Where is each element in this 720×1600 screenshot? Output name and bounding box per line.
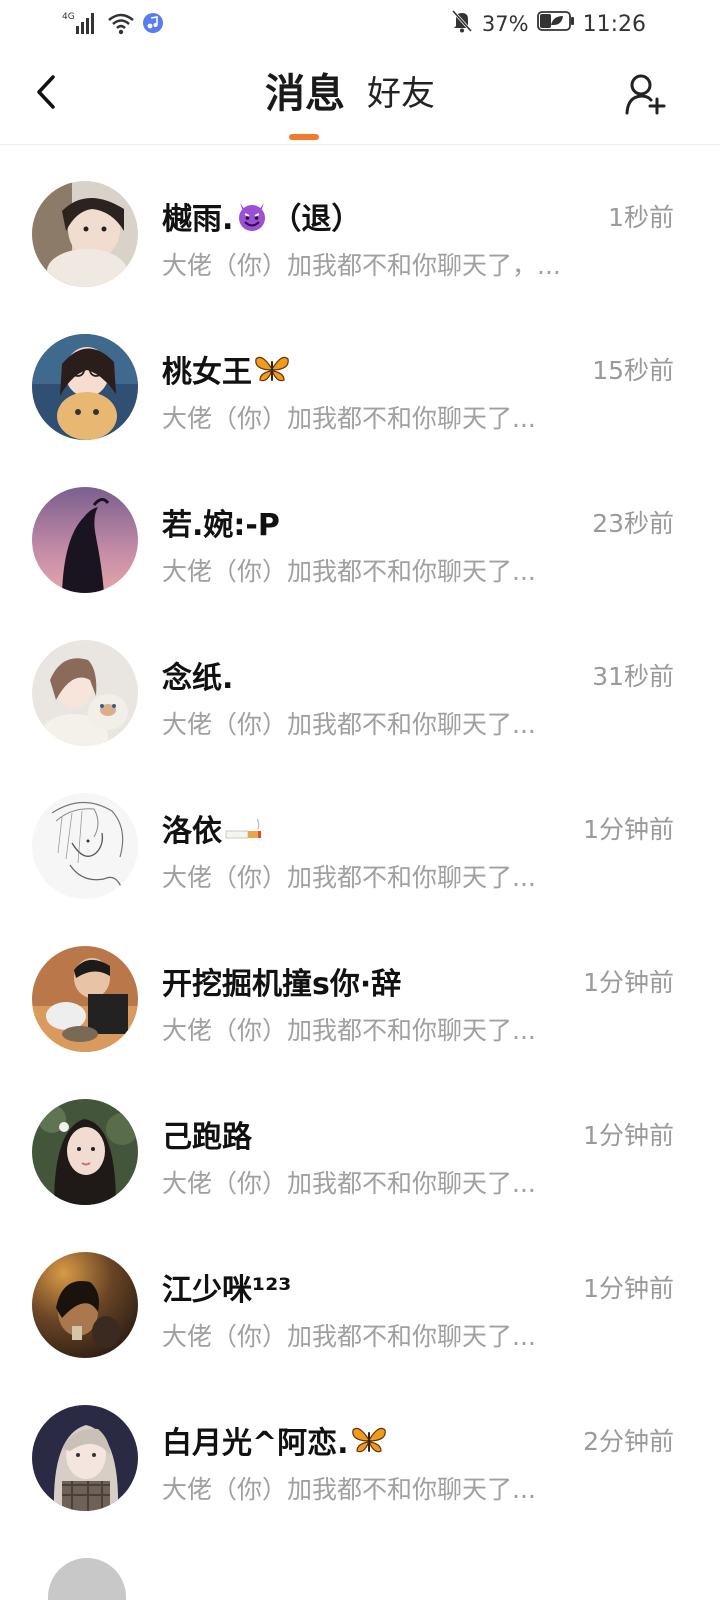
avatar[interactable] [32, 640, 138, 746]
message-time: 1分钟前 [583, 815, 674, 844]
message-time: 1分钟前 [583, 968, 674, 997]
chevron-left-icon [37, 75, 55, 109]
contact-name-text: 念纸. [162, 661, 234, 696]
message-time: 31秒前 [592, 662, 674, 691]
message-preview: 大佬（你）加我都不和你聊天了... [162, 1169, 536, 1198]
contact-name-text: 若.婉:-P [162, 508, 280, 543]
avatar[interactable] [32, 334, 138, 440]
clock: 11:26 [582, 11, 646, 37]
message-time: 1秒前 [608, 203, 674, 232]
battery-saver-icon [536, 10, 575, 38]
message-preview: 大佬（你）加我都不和你聊天了... [162, 1322, 536, 1351]
tab-bar: 消息 好友 [265, 66, 435, 140]
message-preview: 大佬（你）加我都不和你聊天了... [162, 557, 536, 586]
message-item[interactable]: 念纸. 31秒前 大佬（你）加我都不和你聊天了... [0, 615, 720, 768]
avatar[interactable] [32, 1252, 138, 1358]
add-friend-button[interactable] [620, 68, 672, 120]
avatar[interactable] [48, 1558, 126, 1600]
contact-name-text: 己跑路 [162, 1120, 252, 1155]
message-preview: 大佬（你）加我都不和你聊天了... [162, 863, 536, 892]
contact-name: 白月光^阿恋. [162, 1418, 387, 1462]
status-right: 37% 11:26 [450, 8, 646, 40]
smiling-devil-icon [235, 200, 269, 232]
contact-name-text: 桃女王 [162, 355, 252, 390]
music-app-icon [142, 12, 164, 38]
message-list: 樾雨. （退） 1秒前 大佬（你）加我都不和你聊天了，... 桃女王 15秒前 … [0, 156, 720, 1533]
tab-messages-label: 消息 [265, 71, 345, 117]
message-preview: 大佬（你）加我都不和你聊天了... [162, 710, 536, 739]
contact-name: 桃女王 [162, 347, 290, 391]
mute-notification-icon [450, 8, 474, 40]
message-item[interactable]: 江少咪¹²³ 1分钟前 大佬（你）加我都不和你聊天了... [0, 1227, 720, 1380]
message-item[interactable]: 樾雨. （退） 1秒前 大佬（你）加我都不和你聊天了，... [0, 156, 720, 309]
contact-name: 若.婉:-P [162, 500, 280, 544]
avatar[interactable] [32, 181, 138, 287]
status-bar: 4G 37% 11:26 [0, 0, 720, 48]
battery-percent: 37% [481, 12, 529, 36]
tab-friends-label: 好友 [367, 74, 435, 114]
contact-name-text: 樾雨. [162, 202, 234, 237]
message-item[interactable]: 若.婉:-P 23秒前 大佬（你）加我都不和你聊天了... [0, 462, 720, 615]
butterfly-icon [351, 1424, 387, 1456]
back-button[interactable] [28, 70, 64, 114]
contact-name-text: 江少咪¹²³ [162, 1273, 292, 1308]
contact-name-text: 白月光^阿恋. [162, 1426, 349, 1461]
message-preview: 大佬（你）加我都不和你聊天了... [162, 404, 536, 433]
contact-name-text: 开挖掘机撞s你·辞 [162, 967, 402, 1002]
active-tab-indicator [289, 134, 319, 140]
avatar[interactable] [32, 1405, 138, 1511]
message-item[interactable]: 洛依 1分钟前 大佬（你）加我都不和你聊天了... [0, 768, 720, 921]
message-time: 23秒前 [592, 509, 674, 538]
message-item[interactable]: 白月光^阿恋. 2分钟前 大佬（你）加我都不和你聊天了... [0, 1380, 720, 1533]
butterfly-icon [254, 353, 290, 385]
tab-friends[interactable]: 好友 [367, 66, 435, 122]
contact-name-suffix: （退） [271, 202, 362, 237]
contact-name: 念纸. [162, 653, 233, 697]
message-item[interactable]: 己跑路 1分钟前 大佬（你）加我都不和你聊天了... [0, 1074, 720, 1227]
avatar[interactable] [32, 1099, 138, 1205]
network-type-label: 4G [62, 12, 75, 22]
message-preview: 大佬（你）加我都不和你聊天了... [162, 1475, 536, 1504]
avatar[interactable] [32, 946, 138, 1052]
message-time: 15秒前 [592, 356, 674, 385]
message-time: 1分钟前 [583, 1274, 674, 1303]
message-time: 1分钟前 [583, 1121, 674, 1150]
message-time: 2分钟前 [583, 1427, 674, 1456]
top-navigation-bar: 消息 好友 [0, 48, 720, 145]
avatar[interactable] [32, 487, 138, 593]
contact-name-text: 洛依 [162, 814, 222, 849]
add-user-icon [625, 74, 666, 115]
status-left: 4G [62, 10, 164, 40]
message-item[interactable]: 桃女王 15秒前 大佬（你）加我都不和你聊天了... [0, 309, 720, 462]
message-preview: 大佬（你）加我都不和你聊天了，... [162, 251, 561, 280]
contact-name: 樾雨. （退） [162, 194, 361, 238]
message-preview: 大佬（你）加我都不和你聊天了... [162, 1016, 536, 1045]
message-item[interactable]: 开挖掘机撞s你·辞 1分钟前 大佬（你）加我都不和你聊天了... [0, 921, 720, 1074]
cigarette-icon [224, 814, 262, 842]
contact-name: 洛依 [162, 806, 262, 850]
avatar[interactable] [32, 793, 138, 899]
contact-name: 开挖掘机撞s你·辞 [162, 959, 401, 1003]
tab-messages[interactable]: 消息 [265, 66, 345, 140]
contact-name: 江少咪¹²³ [162, 1265, 291, 1309]
contact-name: 己跑路 [162, 1112, 252, 1156]
wifi-icon [106, 11, 136, 39]
signal-icon: 4G [62, 10, 100, 40]
